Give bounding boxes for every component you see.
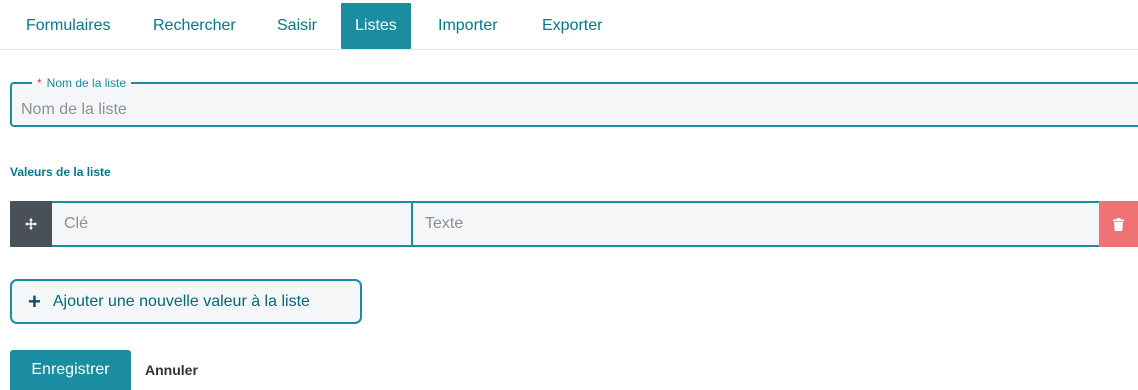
tab-saisir[interactable]: Saisir xyxy=(277,3,317,49)
value-key-input[interactable] xyxy=(52,203,411,245)
tab-listes[interactable]: Listes xyxy=(341,3,411,49)
delete-value-button[interactable] xyxy=(1099,201,1138,247)
add-value-button[interactable]: + Ajouter une nouvelle valeur à la liste xyxy=(10,279,362,324)
tab-importer[interactable]: Importer xyxy=(438,3,498,49)
tab-formulaires[interactable]: Formulaires xyxy=(26,3,110,49)
plus-icon: + xyxy=(28,288,41,314)
save-button[interactable]: Enregistrer xyxy=(10,350,131,390)
cancel-link[interactable]: Annuler xyxy=(145,362,198,378)
tab-bar: Formulaires Rechercher Saisir Listes Imp… xyxy=(0,0,1138,50)
value-text-input[interactable] xyxy=(413,203,1109,245)
list-name-field: * Nom de la liste xyxy=(10,77,1138,127)
add-value-label: Ajouter une nouvelle valeur à la liste xyxy=(52,292,310,310)
list-value-row xyxy=(10,201,1138,247)
list-name-label: Nom de la liste xyxy=(46,76,127,90)
required-marker: * xyxy=(37,76,42,90)
tab-rechercher[interactable]: Rechercher xyxy=(153,3,236,49)
move-icon xyxy=(25,218,37,230)
trash-icon xyxy=(1113,217,1124,231)
list-name-legend: * Nom de la liste xyxy=(32,77,131,89)
list-values-label: Valeurs de la liste xyxy=(10,165,111,179)
tab-exporter[interactable]: Exporter xyxy=(542,3,602,49)
drag-handle[interactable] xyxy=(10,201,52,247)
list-name-input[interactable] xyxy=(21,96,1121,124)
